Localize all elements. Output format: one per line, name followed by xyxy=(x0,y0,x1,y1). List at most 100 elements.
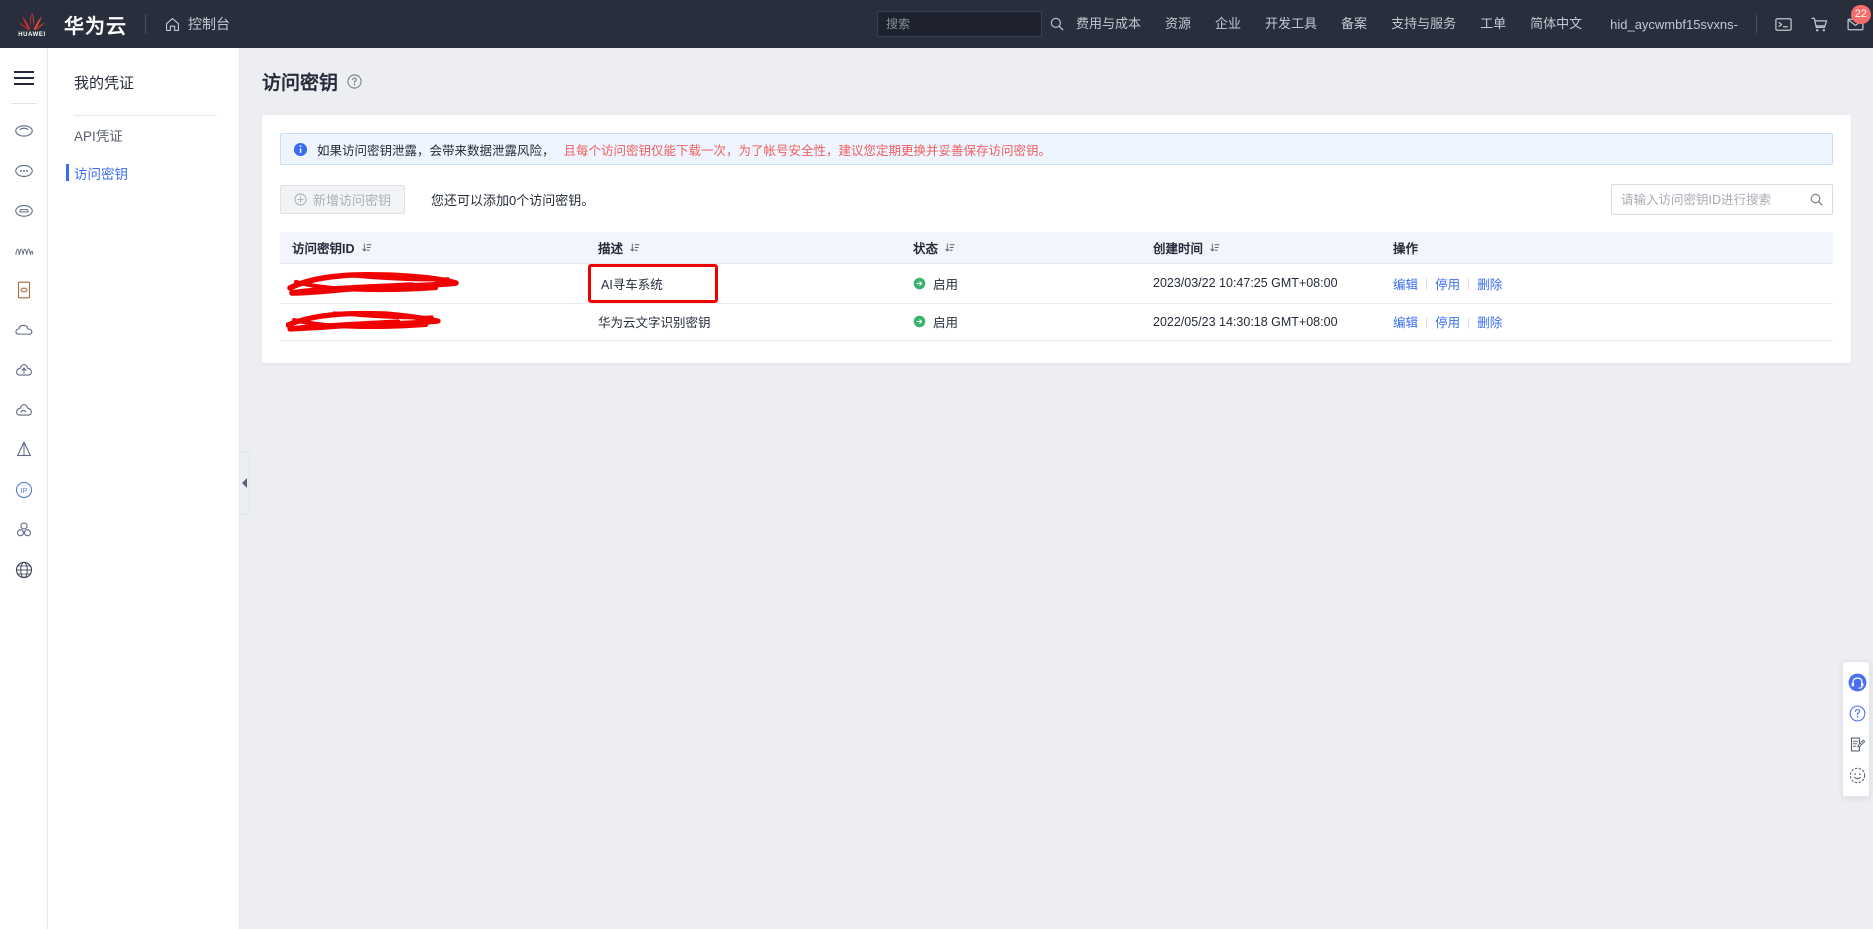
nav-item-language[interactable]: 简体中文 xyxy=(1518,0,1594,48)
add-access-key-button[interactable]: 新增访问密钥 xyxy=(280,185,406,214)
cell-created: 2023/03/22 10:47:25 GMT+08:00 xyxy=(1141,263,1381,304)
nav-item-cost[interactable]: 费用与成本 xyxy=(1064,0,1153,48)
cell-desc: 华为云文字识别密钥 xyxy=(586,303,901,341)
rail-item-cloud-speed[interactable] xyxy=(0,390,48,430)
highlighted-description: AI寻车系统 xyxy=(588,263,718,303)
cell-desc: AI寻车系统 xyxy=(586,263,901,304)
rail-item-cloud-upload[interactable] xyxy=(0,350,48,390)
feedback-button[interactable] xyxy=(1843,729,1871,760)
add-access-key-label: 新增访问密钥 xyxy=(313,193,392,208)
page-header: 访问密钥 xyxy=(241,48,1873,95)
global-search-input[interactable] xyxy=(877,12,1049,36)
nav-item-enterprise[interactable]: 企业 xyxy=(1203,0,1253,48)
shopping-cart-button[interactable] xyxy=(1801,0,1837,48)
column-header-status[interactable]: 状态 xyxy=(901,232,1141,264)
svg-text:IP: IP xyxy=(21,486,28,495)
column-label: 操作 xyxy=(1393,241,1419,256)
sort-icon[interactable] xyxy=(944,242,955,253)
help-button[interactable] xyxy=(1843,698,1871,729)
table-row: BQE9F33WHFKJXLS9PNO 华为云文字识别密钥 xyxy=(280,303,1833,341)
sort-icon[interactable] xyxy=(361,242,372,253)
action-separator: | xyxy=(1467,276,1471,290)
search-icon[interactable] xyxy=(1809,192,1824,207)
sort-icon[interactable] xyxy=(1209,242,1220,253)
column-header-created[interactable]: 创建时间 xyxy=(1141,232,1381,264)
edit-link[interactable]: 编辑 xyxy=(1393,312,1418,331)
console-link[interactable]: 控制台 xyxy=(164,14,230,34)
cloudshell-button[interactable] xyxy=(1765,0,1801,48)
sidebar-item-access-keys[interactable]: 访问密钥 xyxy=(48,154,239,192)
main-content: 访问密钥 如果访问密钥泄露，会带来数据泄露风险， 且每个访问密钥仅能下载一次，为… xyxy=(241,48,1873,929)
table-body: QW4Z5RKCQMHPXRSSFWEB AI寻车系统 xyxy=(280,263,1833,341)
rail-menu-toggle[interactable] xyxy=(0,58,48,98)
nav-item-support[interactable]: 支持与服务 xyxy=(1379,0,1468,48)
access-key-search[interactable] xyxy=(1611,184,1833,215)
sidebar-item-label: API凭证 xyxy=(74,129,123,144)
rail-item-cloud-outline[interactable] xyxy=(0,310,48,350)
quota-note: 您还可以添加0个访问密钥。 xyxy=(431,193,595,208)
shopping-cart-icon xyxy=(1810,17,1827,31)
rail-item-globe[interactable] xyxy=(0,550,48,590)
huawei-fan-icon xyxy=(17,11,47,31)
disable-link[interactable]: 停用 xyxy=(1435,312,1460,331)
account-name[interactable]: hid_aycwmbf15svxns- xyxy=(1594,17,1748,32)
rail-item-nodes[interactable] xyxy=(0,510,48,550)
column-header-desc[interactable]: 描述 xyxy=(586,232,901,264)
global-search[interactable] xyxy=(876,11,1064,37)
nav-item-tickets[interactable]: 工单 xyxy=(1468,0,1518,48)
rail-item-waveform[interactable] xyxy=(0,230,48,270)
header-divider xyxy=(145,14,146,34)
sort-icon[interactable] xyxy=(629,242,640,253)
rail-item-cloud-dots[interactable] xyxy=(0,150,48,190)
column-label: 创建时间 xyxy=(1153,241,1204,256)
column-label: 描述 xyxy=(598,241,624,256)
delete-link[interactable]: 删除 xyxy=(1477,274,1502,293)
huawei-logo[interactable]: HUAWEI xyxy=(0,0,58,48)
nav-item-icp[interactable]: 备案 xyxy=(1329,0,1379,48)
question-circle-icon[interactable] xyxy=(347,74,362,89)
rail-item-cloud-service[interactable] xyxy=(0,110,48,150)
redacted-access-key-id: QW4Z5RKCQMHPXRSSFWEB xyxy=(287,272,479,296)
console-label: 控制台 xyxy=(188,16,230,32)
cell-ops: 编辑 | 停用 | 删除 xyxy=(1381,303,1833,341)
column-label: 访问密钥ID xyxy=(292,241,355,256)
action-separator: | xyxy=(1467,314,1471,329)
terminal-icon xyxy=(1774,17,1792,31)
table-header-row: 访问密钥ID 描述 状态 创建时间 操作 xyxy=(280,232,1833,264)
column-header-ak-id[interactable]: 访问密钥ID xyxy=(280,232,586,264)
redaction-scribble-icon xyxy=(287,272,459,296)
smiley-face-icon xyxy=(1849,767,1865,784)
customer-support-button[interactable] xyxy=(1843,667,1871,698)
cloud-service-icon xyxy=(15,125,33,137)
rail-item-ip[interactable]: IP xyxy=(0,470,48,510)
messages-button[interactable]: 22 xyxy=(1837,0,1873,48)
table-row: QW4Z5RKCQMHPXRSSFWEB AI寻车系统 xyxy=(280,263,1833,304)
action-separator: | xyxy=(1425,276,1429,290)
alert-text-normal: 如果访问密钥泄露，会带来数据泄露风险， xyxy=(317,143,555,158)
rail-item-pyramid[interactable] xyxy=(0,430,48,470)
nav-item-devtools[interactable]: 开发工具 xyxy=(1253,0,1329,48)
search-icon[interactable] xyxy=(1049,16,1065,32)
rail-item-document-cloud[interactable] xyxy=(0,270,48,310)
chevron-left-icon xyxy=(242,478,247,488)
header-divider-2 xyxy=(1756,15,1757,33)
table-toolbar: 新增访问密钥 您还可以添加0个访问密钥。 xyxy=(280,184,1833,215)
column-label: 状态 xyxy=(913,241,939,256)
cell-created: 2022/05/23 14:30:18 GMT+08:00 xyxy=(1141,303,1381,341)
delete-link[interactable]: 删除 xyxy=(1477,312,1502,331)
sidebar-item-api-credentials[interactable]: API凭证 xyxy=(48,116,239,154)
nav-item-resources[interactable]: 资源 xyxy=(1153,0,1203,48)
header-nav: 费用与成本 资源 企业 开发工具 备案 支持与服务 工单 简体中文 xyxy=(1064,0,1594,48)
rail-item-cloud-storage[interactable] xyxy=(0,190,48,230)
smiley-button[interactable] xyxy=(1843,760,1871,791)
enabled-circle-icon xyxy=(913,315,926,328)
disable-link[interactable]: 停用 xyxy=(1435,274,1460,293)
ip-circle-icon: IP xyxy=(15,481,33,499)
edit-link[interactable]: 编辑 xyxy=(1393,274,1418,293)
brand-name[interactable]: 华为云 xyxy=(64,10,127,39)
question-circle-icon xyxy=(1849,705,1865,722)
side-menu: 我的凭证 API凭证 访问密钥 xyxy=(48,48,240,929)
pyramid-icon xyxy=(17,441,31,457)
sidebar-collapse-handle[interactable] xyxy=(240,451,250,515)
access-key-search-input[interactable] xyxy=(1612,185,1809,214)
